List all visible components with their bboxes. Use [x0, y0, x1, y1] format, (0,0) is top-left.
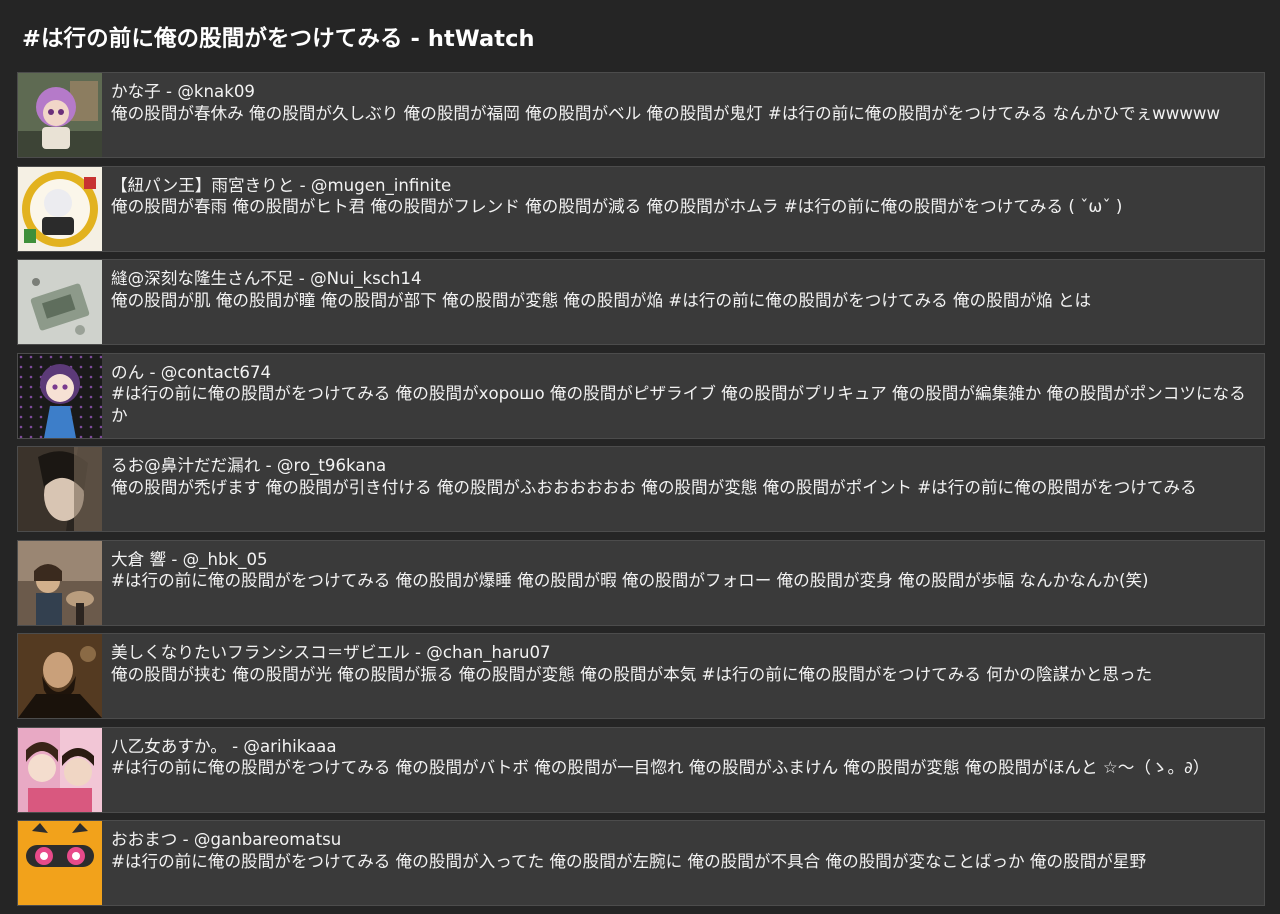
- tweet-text: #は行の前に俺の股間がをつけてみる 俺の股間が入ってた 俺の股間が左腕に 俺の股…: [111, 851, 1147, 871]
- user-name[interactable]: おおまつ: [111, 830, 177, 849]
- tweet-text: #は行の前に俺の股間がをつけてみる 俺の股間がバトボ 俺の股間が一目惚れ 俺の股…: [111, 758, 1210, 777]
- page-title: #は行の前に俺の股間がをつけてみる - htWatch: [22, 26, 535, 52]
- tweet-item[interactable]: かな子 - @knak09 俺の股間が春休み 俺の股間が久しぶり 俺の股間が福岡…: [17, 72, 1265, 158]
- avatar-anime-figure-image: [18, 73, 102, 157]
- tweet-item[interactable]: 大倉 響 - @_hbk_05 #は行の前に俺の股間がをつけてみる 俺の股間が爆…: [17, 539, 1265, 626]
- user-avatar[interactable]: [18, 727, 102, 812]
- user-avatar[interactable]: [18, 73, 102, 157]
- user-handle[interactable]: @Nui_ksch14: [310, 269, 421, 288]
- user-name[interactable]: かな子: [111, 82, 161, 101]
- tweet-text: 俺の股間が肌 俺の股間が瞳 俺の股間が部下 俺の股間が変態 俺の股間が焔 #は行…: [111, 290, 1092, 310]
- user-handle[interactable]: @_hbk_05: [183, 550, 268, 569]
- avatar-photo-image: [18, 447, 102, 531]
- tweet-text: #は行の前に俺の股間がをつけてみる 俺の股間が爆睡 俺の股間が暇 俺の股間がフォ…: [111, 571, 1149, 590]
- tweet-text: 俺の股間が挟む 俺の股間が光 俺の股間が振る 俺の股間が変態 俺の股間が本気 #…: [111, 664, 1153, 684]
- avatar-mascot-image: [18, 821, 102, 905]
- user-handle[interactable]: @ro_t96kana: [277, 456, 386, 475]
- avatar-portrait-image: [18, 634, 102, 718]
- user-avatar[interactable]: [18, 540, 102, 625]
- user-name[interactable]: 縫@深刻な隆生さん不足: [111, 269, 294, 288]
- tweet-text: #は行の前に俺の股間がをつけてみる 俺の股間がхорошо 俺の股間がピザライブ…: [111, 384, 1246, 425]
- user-avatar[interactable]: [18, 166, 102, 251]
- user-avatar[interactable]: [18, 353, 102, 438]
- user-name[interactable]: 大倉 響: [111, 550, 166, 569]
- user-handle[interactable]: @knak09: [177, 82, 255, 101]
- user-name[interactable]: 八乙女あすか。: [111, 737, 227, 756]
- avatar-anime-girl-image: [18, 353, 102, 438]
- tweet-list: かな子 - @knak09 俺の股間が春休み 俺の股間が久しぶり 俺の股間が福岡…: [17, 72, 1265, 914]
- tweet-text: 俺の股間が春休み 俺の股間が久しぶり 俺の股間が福岡 俺の股間がベル 俺の股間が…: [111, 103, 1221, 123]
- avatar-photo-image: [18, 260, 102, 344]
- user-handle[interactable]: @contact674: [161, 363, 271, 382]
- tweet-item[interactable]: 縫@深刻な隆生さん不足 - @Nui_ksch14 俺の股間が肌 俺の股間が瞳 …: [17, 259, 1265, 345]
- user-handle[interactable]: @ganbareomatsu: [194, 830, 341, 849]
- tweet-item[interactable]: 美しくなりたいフランシスコ＝ザビエル - @chan_haru07 俺の股間が挟…: [17, 633, 1265, 719]
- user-avatar[interactable]: [18, 634, 102, 718]
- tweet-text: 俺の股間が禿げます 俺の股間が引き付ける 俺の股間がふおおおおおお 俺の股間が変…: [111, 477, 1197, 497]
- avatar-anime-badge-image: [18, 166, 102, 251]
- user-handle[interactable]: @mugen_infinite: [311, 176, 451, 195]
- user-name[interactable]: のん: [111, 363, 144, 382]
- user-name[interactable]: 美しくなりたいフランシスコ＝ザビエル: [111, 643, 410, 662]
- tweet-item[interactable]: 【紐パン王】雨宮きりと - @mugen_infinite 俺の股間が春雨 俺の…: [17, 165, 1265, 252]
- tweet-item[interactable]: るお@鼻汁だだ漏れ - @ro_t96kana 俺の股間が禿げます 俺の股間が引…: [17, 446, 1265, 532]
- tweet-item[interactable]: おおまつ - @ganbareomatsu #は行の前に俺の股間がをつけてみる …: [17, 820, 1265, 906]
- user-avatar[interactable]: [18, 821, 102, 905]
- tweet-item[interactable]: のん - @contact674 #は行の前に俺の股間がをつけてみる 俺の股間が…: [17, 352, 1265, 439]
- user-avatar[interactable]: [18, 447, 102, 531]
- user-avatar[interactable]: [18, 260, 102, 344]
- avatar-photo-image: [18, 540, 102, 625]
- user-handle[interactable]: @arihikaaa: [243, 737, 336, 756]
- user-name[interactable]: るお@鼻汁だだ漏れ: [111, 456, 260, 475]
- tweet-item[interactable]: 八乙女あすか。 - @arihikaaa #は行の前に俺の股間がをつけてみる 俺…: [17, 726, 1265, 813]
- tweet-text: 俺の股間が春雨 俺の股間がヒト君 俺の股間がフレンド 俺の股間が減る 俺の股間が…: [111, 197, 1123, 216]
- user-name[interactable]: 【紐パン王】雨宮きりと: [111, 176, 294, 195]
- avatar-photo-image: [18, 727, 102, 812]
- user-handle[interactable]: @chan_haru07: [426, 643, 550, 662]
